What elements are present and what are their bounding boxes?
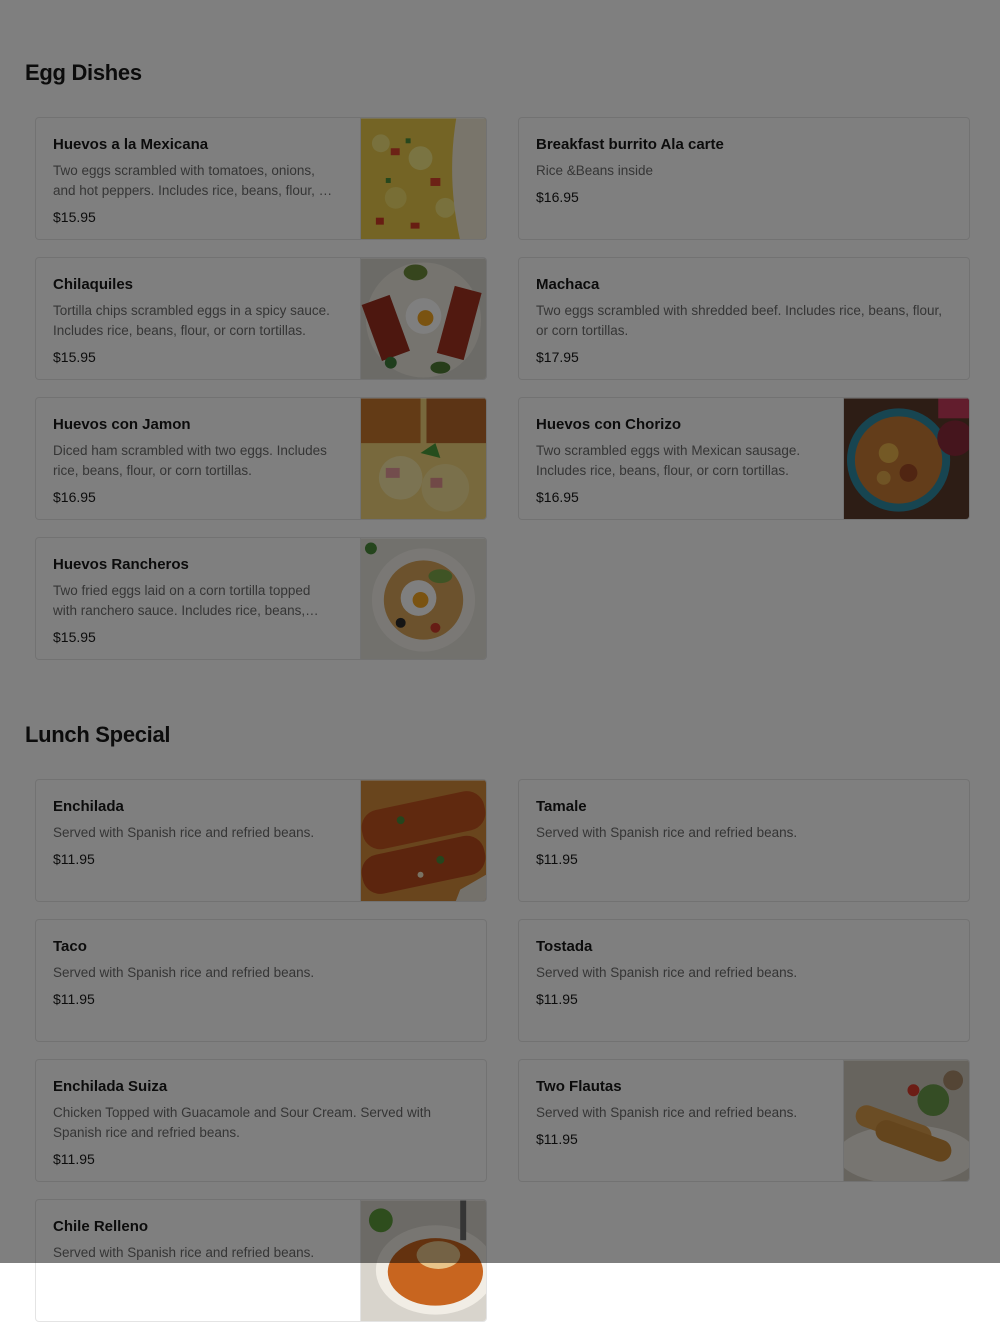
modal-backdrop-overlay[interactable] (0, 0, 1000, 1263)
